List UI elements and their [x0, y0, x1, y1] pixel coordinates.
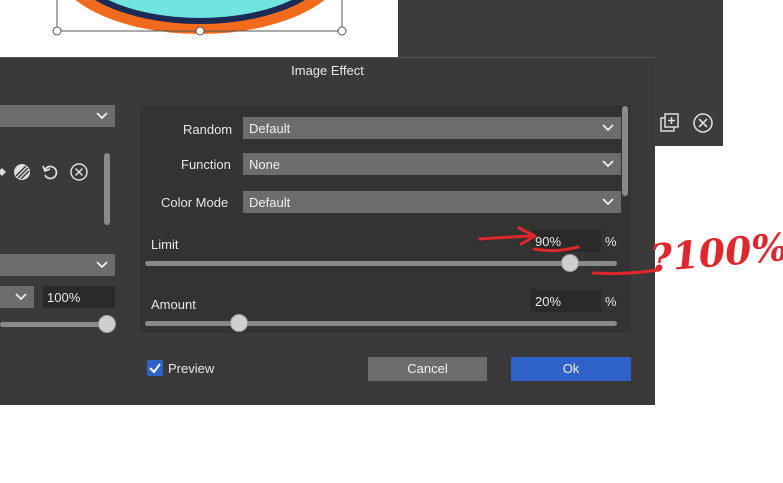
effect-select[interactable]: [0, 105, 115, 127]
chevron-down-icon: [96, 261, 108, 269]
opacity-slider-track[interactable]: [0, 322, 108, 327]
random-label: Random: [183, 122, 233, 137]
blend-select[interactable]: [0, 254, 115, 276]
canvas-artwork: [0, 0, 398, 58]
effect-toolbar: [0, 160, 98, 184]
preview-checkbox[interactable]: [147, 360, 163, 376]
cancel-button[interactable]: Cancel: [368, 357, 487, 381]
close-circle-icon[interactable]: [692, 112, 714, 137]
amount-unit: %: [605, 294, 617, 309]
chevron-down-icon: [602, 160, 614, 168]
dialog-titlebar[interactable]: Image Effect: [0, 58, 655, 82]
ok-button[interactable]: Ok: [511, 357, 631, 381]
annotation-text: ?100%: [648, 223, 783, 281]
dialog-title: Image Effect: [291, 63, 364, 78]
add-layer-icon[interactable]: [658, 112, 680, 137]
amount-slider-track[interactable]: [145, 321, 617, 326]
mode-select[interactable]: [0, 286, 34, 308]
undo-icon[interactable]: [41, 163, 59, 181]
amount-input[interactable]: 20%: [531, 290, 601, 312]
amount-label: Amount: [151, 297, 196, 312]
function-label: Function: [181, 157, 231, 172]
selected-circle-shape: [52, 0, 347, 36]
check-icon: [149, 363, 161, 374]
opacity-input[interactable]: 100%: [43, 286, 115, 308]
left-pane-scrollbar[interactable]: [104, 153, 110, 225]
limit-label: Limit: [151, 237, 179, 252]
color-mode-label: Color Mode: [161, 195, 229, 210]
settings-scrollbar[interactable]: [622, 106, 628, 196]
pattern-icon[interactable]: [12, 162, 32, 182]
chevron-down-icon: [602, 124, 614, 132]
color-mode-select[interactable]: Default: [243, 191, 621, 213]
close-circle-icon[interactable]: [69, 162, 89, 182]
function-select[interactable]: None: [243, 153, 621, 175]
chevron-down-icon: [96, 112, 108, 120]
random-select[interactable]: Default: [243, 117, 621, 139]
chevron-down-icon: [15, 293, 27, 301]
chevron-down-icon: [602, 198, 614, 206]
opacity-slider-thumb[interactable]: [98, 315, 116, 333]
diamond-icon[interactable]: [0, 164, 6, 180]
preview-label: Preview: [168, 361, 215, 376]
